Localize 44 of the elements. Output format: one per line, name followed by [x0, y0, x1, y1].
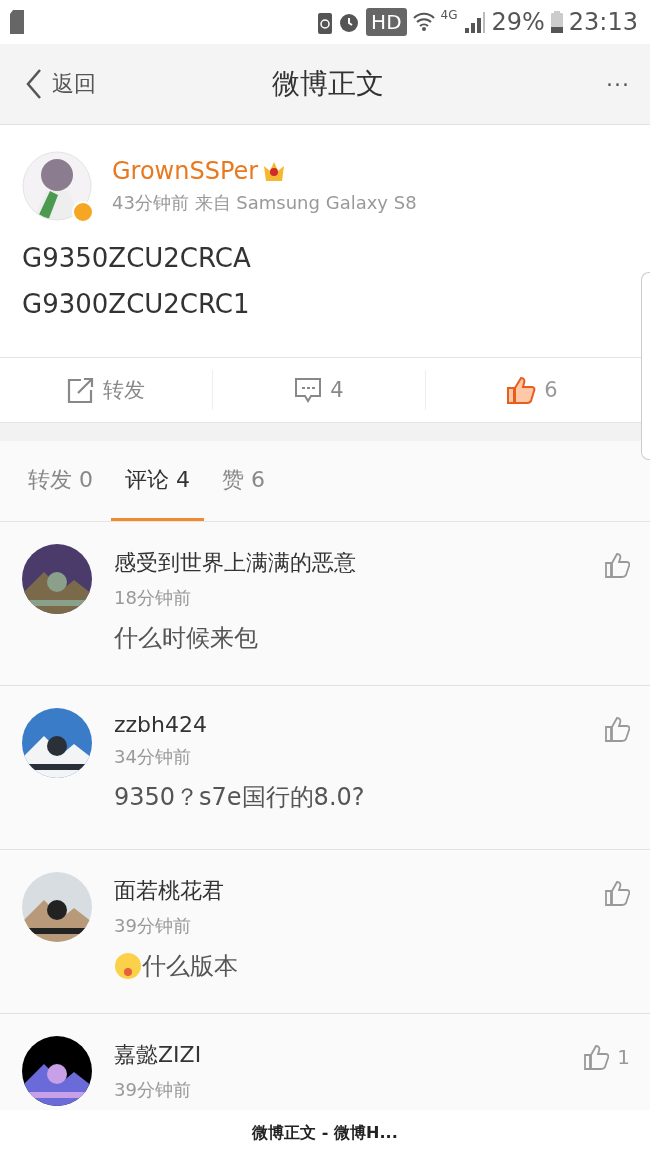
- thumbs-up-icon: [583, 1044, 610, 1070]
- comment-text: 9350？s7e国行的8.0?: [114, 782, 365, 813]
- window-title: 微博正文 - 微博H...: [252, 1122, 398, 1144]
- commenter-name[interactable]: 嘉懿ZIZI: [114, 1040, 562, 1070]
- like-button[interactable]: [604, 880, 630, 906]
- battery-saver-icon: [318, 10, 333, 34]
- tab[interactable]: 转发 0: [14, 441, 107, 521]
- comment-time: 39分钟前: [114, 1078, 192, 1102]
- post-meta: 43分钟前 来自 Samsung Galaxy S8: [112, 191, 417, 215]
- comment-time: 34分钟前: [114, 745, 192, 769]
- back-button[interactable]: 返回: [26, 69, 146, 99]
- commenter-name[interactable]: 面若桃花君: [114, 876, 582, 906]
- clock-time: 23:13: [568, 8, 638, 36]
- repost-button[interactable]: 转发: [0, 358, 212, 422]
- thumbs-up-icon: [506, 376, 537, 404]
- commenter-name[interactable]: zzbh424: [114, 712, 582, 737]
- commenter-name[interactable]: 感受到世界上满满的恶意: [114, 548, 582, 578]
- share-icon: [67, 377, 95, 403]
- post-text: G9300ZCU2CRC1: [22, 288, 251, 321]
- wifi-icon: [412, 10, 435, 34]
- comment-button[interactable]: 4: [212, 370, 425, 410]
- more-button[interactable]: ···: [510, 71, 630, 97]
- network-label: 4G: [440, 8, 458, 22]
- scrollbar[interactable]: [641, 272, 650, 460]
- thumbs-up-icon: [604, 552, 630, 578]
- signal-icon: [463, 11, 486, 33]
- battery-icon: [550, 11, 563, 33]
- comment-text: 什么版本: [142, 951, 238, 982]
- comment-time: 18分钟前: [114, 586, 192, 610]
- comment-text: 什么时候来包: [114, 623, 258, 654]
- hd-badge: HD: [366, 8, 407, 36]
- like-button[interactable]: [604, 552, 630, 578]
- page-title: 微博正文: [271, 66, 385, 102]
- like-button[interactable]: [604, 716, 630, 742]
- back-chevron-icon: [26, 69, 42, 99]
- battery-percent: 29%: [491, 8, 545, 36]
- comment-time: 39分钟前: [114, 914, 192, 938]
- sd-card-icon: [10, 10, 24, 34]
- alarm-icon: [338, 11, 361, 33]
- post-text: G9350ZCU2CRCA: [22, 242, 252, 275]
- tab[interactable]: 赞 6: [208, 441, 279, 521]
- thumbs-up-icon: [604, 880, 630, 906]
- thumbs-up-icon: [604, 716, 630, 742]
- comment-icon: [294, 377, 323, 403]
